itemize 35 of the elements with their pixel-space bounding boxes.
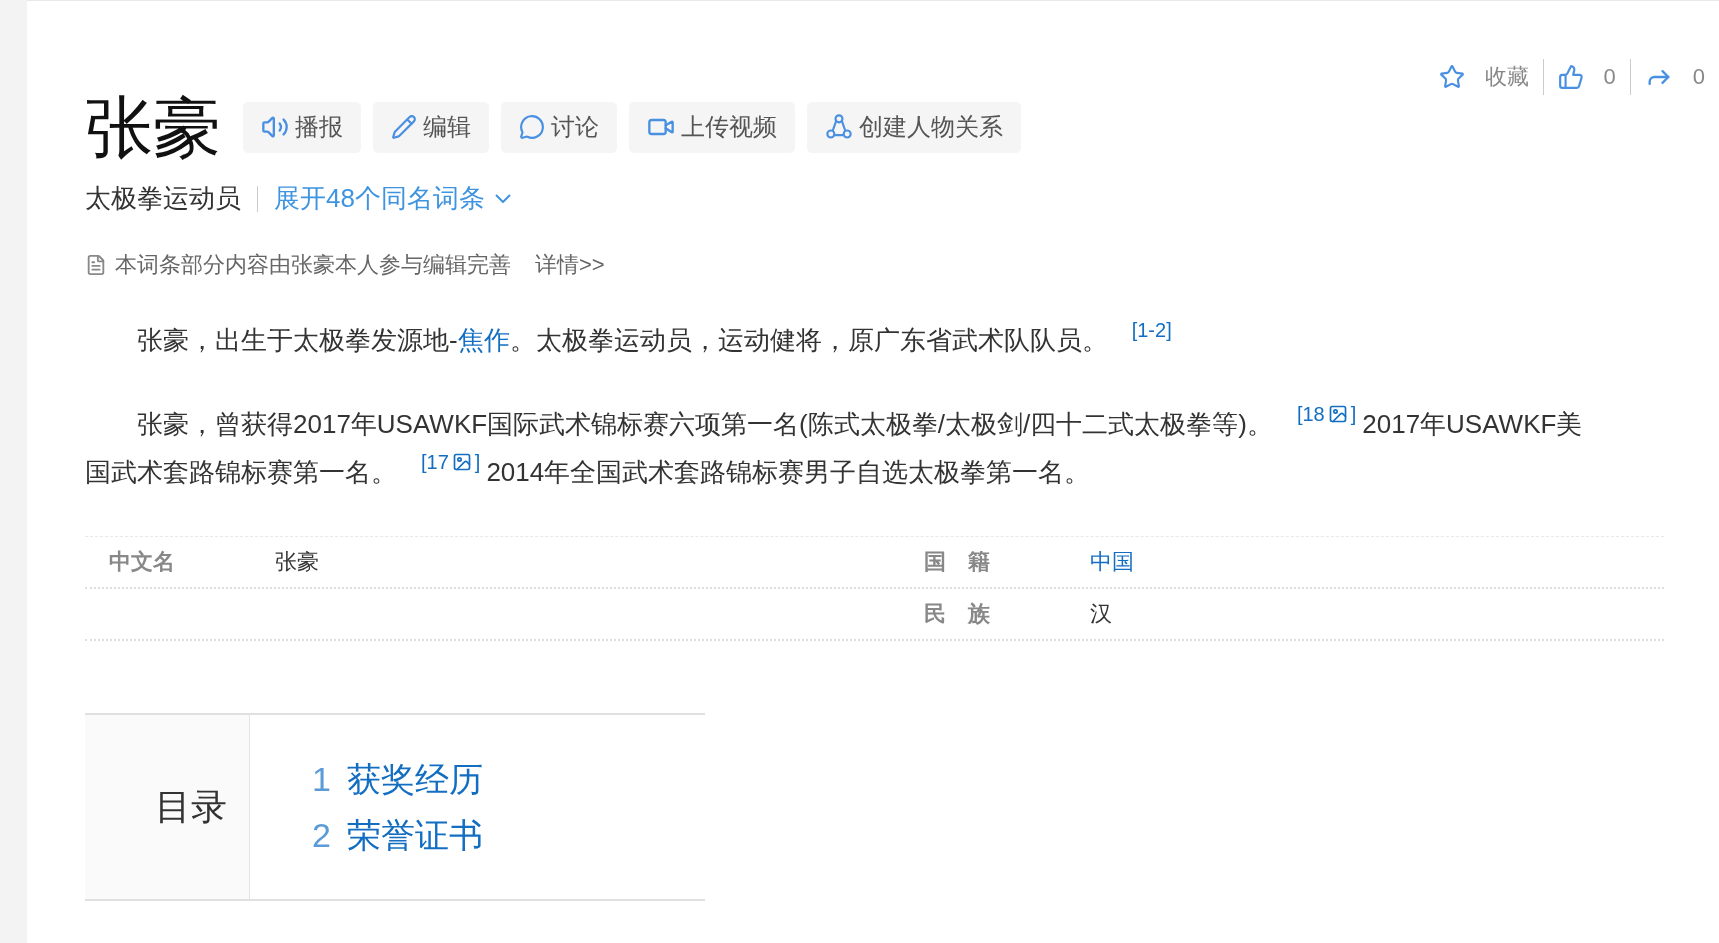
like-button[interactable]: 0 [1557, 64, 1616, 90]
info-label: 民 族 [923, 600, 991, 628]
reference-link[interactable]: [18 ] [1296, 404, 1357, 424]
edit-button[interactable]: 编辑 [373, 101, 489, 153]
document-icon [85, 254, 107, 276]
entry-description: 太极拳运动员 [85, 182, 241, 215]
reference-link[interactable]: [1-2] [1131, 320, 1172, 340]
expand-homonyms-link[interactable]: 展开48个同名词条 [274, 181, 511, 216]
info-value-link[interactable]: 中国 [1090, 547, 1664, 577]
info-value: 张豪 [275, 548, 320, 576]
chevron-down-icon [494, 194, 511, 203]
paragraph: 张豪，曾获得2017年USAWKF国际武术锦标赛六项第一名(陈式太极拳/太极剑/四十二式太极拳等)。 $^{[18}$ $^{]}$ 2017年USAWKF美国武术套路锦标赛第一名。 $^{[17}$ $^{]}$ 2014年全国武术套路锦标赛男子自选太极拳第一名。 [85, 402, 1584, 489]
paragraph: 张豪，出生于太极拳发源地-焦作。太极拳运动员，运动健将，原广东省武术队队员。 $^{[1-2]}$ [136, 318, 1173, 357]
notice-text: 本词条部分内容由张豪本人参与编辑完善 [115, 251, 511, 279]
entry-title: 张豪 [85, 93, 221, 161]
star-icon [1438, 64, 1465, 90]
favorite-button[interactable]: 收藏 [1438, 62, 1529, 92]
place-link[interactable]: 焦作 [457, 325, 510, 355]
broadcast-button[interactable]: 播报 [243, 101, 361, 153]
discuss-button[interactable]: 讨论 [501, 101, 617, 153]
upload-video-button[interactable]: 上传视频 [629, 101, 795, 153]
pencil-icon [391, 114, 417, 140]
info-label: 国 籍 [923, 548, 991, 576]
thumbs-up-icon [1557, 64, 1584, 90]
toc-item[interactable]: 2 荣誉证书 [312, 814, 483, 856]
details-link[interactable]: 详情>> [535, 250, 605, 280]
info-value: 汉 [1090, 600, 1113, 628]
reference-link[interactable]: [17 ] [421, 452, 481, 472]
chat-icon [519, 114, 545, 140]
share-button[interactable]: 0 [1644, 63, 1705, 91]
toc-heading: 目录 [85, 715, 250, 899]
toc-item[interactable]: 1 获奖经历 [312, 758, 483, 800]
people-network-icon [825, 113, 853, 141]
info-label: 中文名 [108, 548, 176, 576]
create-relation-button[interactable]: 创建人物关系 [807, 101, 1021, 153]
